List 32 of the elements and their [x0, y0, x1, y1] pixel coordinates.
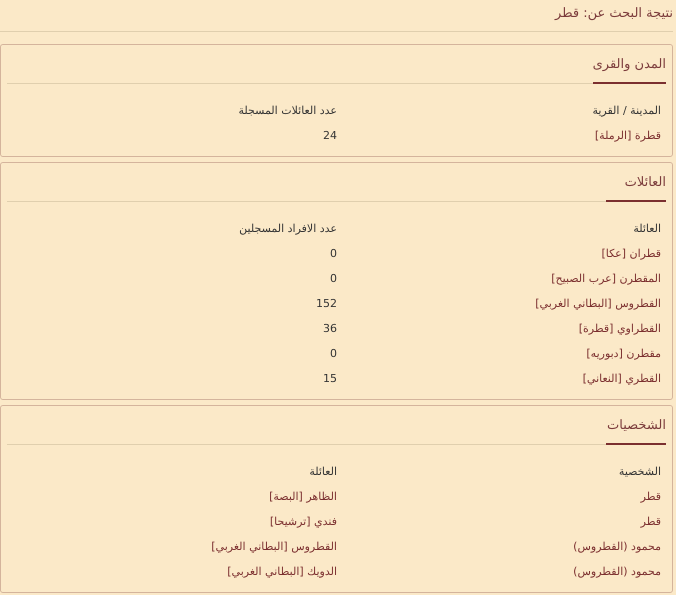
table-cell: 0	[330, 247, 337, 260]
table-link[interactable]: القطري [النعاني]	[582, 372, 661, 385]
table-link[interactable]: قطر	[640, 490, 661, 503]
table-link[interactable]: محمود (القطروس)	[573, 540, 661, 553]
table-link[interactable]: محمود (القطروس)	[573, 565, 661, 578]
table-link[interactable]: القطراوي [قطرة]	[578, 322, 661, 335]
section-title: الشخصيات	[606, 418, 666, 445]
table-cell: 15	[323, 372, 337, 385]
column-header: عدد الافراد المسجلين	[238, 222, 337, 235]
section-title: المدن والقرى	[592, 57, 666, 84]
column-header: العائلة	[632, 222, 661, 235]
column-header: الشخصية	[618, 465, 661, 478]
table-cell: 36	[323, 322, 337, 335]
table-link[interactable]: القطروس [البطاني الغربي]	[535, 297, 661, 310]
table-link[interactable]: قطر	[640, 515, 661, 528]
table-link[interactable]: فندي [ترشيحا]	[270, 515, 337, 528]
table-link[interactable]: الدويك [البطاني الغربي]	[227, 565, 337, 578]
table-link[interactable]: مقطرن [دبوريه]	[586, 347, 661, 360]
table-cell: 0	[330, 272, 337, 285]
table-link[interactable]: المقطرن [عرب الصبيح]	[551, 272, 661, 285]
table-link[interactable]: القطروس [البطاني الغربي]	[211, 540, 337, 553]
table-link[interactable]: قطرة [الرملة]	[594, 129, 661, 142]
table-link[interactable]: قطران [عكا]	[601, 247, 661, 260]
section-title: العائلات	[606, 175, 666, 202]
column-header: عدد العائلات المسجلة	[238, 104, 337, 117]
page-heading: نتيجة البحث عن: قطر	[554, 5, 673, 23]
table-cell: 152	[316, 297, 337, 310]
table-cell: 24	[323, 129, 337, 142]
column-header: العائلة	[308, 465, 337, 478]
table-link[interactable]: الظاهر [البصة]	[269, 490, 337, 503]
table-cell: 0	[330, 347, 337, 360]
column-header: المدينة / القرية	[591, 104, 661, 117]
